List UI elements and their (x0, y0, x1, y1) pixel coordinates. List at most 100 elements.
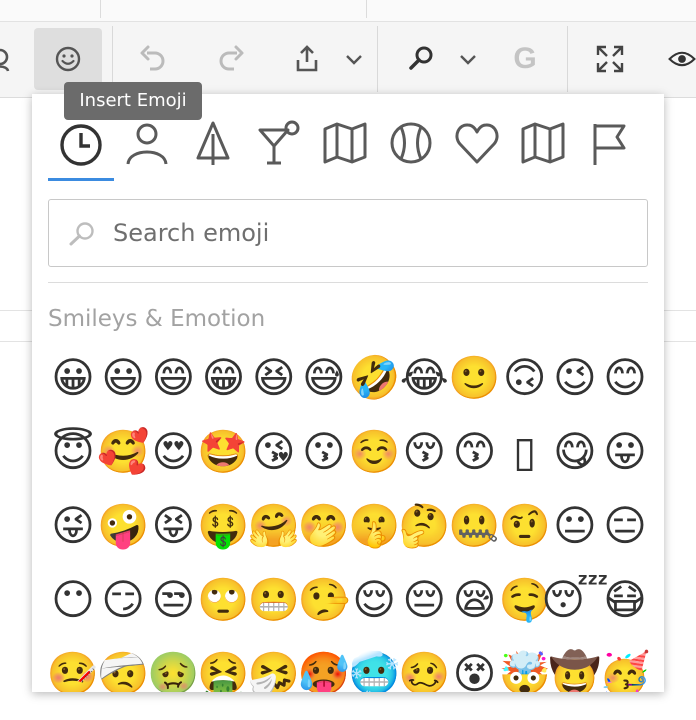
cocktail-icon (258, 120, 300, 165)
emoji-item[interactable]: 🤯 (499, 644, 551, 693)
emoji-item[interactable]: 🤐 (448, 496, 500, 556)
emoji-item[interactable]: 🤮 (197, 644, 249, 693)
emoji-item[interactable]: ☺️ (348, 422, 400, 482)
emoji-item[interactable]: 🥰 (97, 422, 149, 482)
emoji-item[interactable]: 🤗 (248, 496, 300, 556)
emoji-item[interactable]: ▯ (500, 422, 550, 482)
emoji-item[interactable]: 😶 (48, 570, 98, 630)
emoji-item[interactable]: 🤪 (97, 496, 149, 556)
emoji-item[interactable]: 🤔 (398, 496, 450, 556)
clock-icon (60, 124, 102, 166)
emoji-item[interactable]: 😷 (600, 570, 650, 630)
emoji-item[interactable]: 😪 (450, 570, 500, 630)
emoji-picker: Smileys & Emotion 😀😃😄😁😆😅🤣😂🙂🙃😉😊 😇🥰😍🤩😘😗☺️😚😙… (32, 94, 664, 692)
emoji-item[interactable]: 😜 (48, 496, 98, 556)
emoji-item[interactable]: 🥵 (298, 644, 350, 693)
tab-travel[interactable] (312, 120, 378, 178)
undo-icon (140, 45, 165, 71)
grammar-button[interactable]: G (508, 28, 542, 90)
tab-symbols[interactable] (444, 120, 510, 178)
emoji-item[interactable]: 😙 (450, 422, 500, 482)
preview-button[interactable] (668, 28, 696, 90)
emoji-item[interactable]: 😀 (48, 348, 98, 408)
tab-people[interactable] (114, 120, 180, 178)
tab-recent[interactable] (48, 120, 114, 178)
emoji-item[interactable]: 🤥 (298, 570, 350, 630)
emoji-item[interactable]: 😍 (148, 422, 198, 482)
emoji-item[interactable]: 😚 (399, 422, 449, 482)
share-icon (296, 45, 318, 72)
emoji-item[interactable]: 😋 (550, 422, 600, 482)
emoji-item[interactable]: 🤧 (248, 644, 300, 693)
search-icon (67, 221, 95, 251)
emoji-item[interactable]: 😴 (541, 570, 608, 630)
user-icon[interactable] (0, 28, 16, 90)
emoji-item[interactable]: 🤑 (197, 496, 249, 556)
divider (48, 282, 648, 283)
search-icon (409, 46, 433, 70)
emoji-item[interactable]: 😉 (550, 348, 600, 408)
emoji-item[interactable]: 🤣 (348, 348, 400, 408)
tab-flags[interactable] (576, 120, 642, 178)
grammar-g-label: G (513, 42, 537, 75)
emoji-item[interactable]: 🤨 (499, 496, 551, 556)
ball-icon (390, 122, 432, 164)
emoji-item[interactable]: 😄 (148, 348, 198, 408)
emoji-item[interactable]: 😵 (450, 644, 500, 693)
emoji-item[interactable]: 🤫 (348, 496, 400, 556)
redo-icon (219, 45, 244, 71)
emoji-item[interactable]: 🤒 (47, 644, 99, 693)
emoji-search (48, 199, 648, 267)
insert-emoji-button[interactable] (34, 28, 102, 90)
emoji-item[interactable]: 😝 (148, 496, 198, 556)
tab-objects[interactable] (510, 120, 576, 178)
share-button[interactable] (290, 28, 324, 90)
emoji-item[interactable]: 🥳 (599, 644, 651, 693)
emoji-item[interactable]: 🙃 (500, 348, 550, 408)
tab-nature[interactable] (180, 120, 246, 178)
share-menu-toggle[interactable] (340, 28, 368, 90)
emoji-item[interactable]: 🤢 (147, 644, 199, 693)
emoji-item[interactable]: 😏 (98, 570, 148, 630)
emoji-item[interactable]: 😃 (98, 348, 148, 408)
emoji-item[interactable]: 😂 (399, 348, 449, 408)
divider (100, 0, 101, 18)
emoji-item[interactable]: 😬 (248, 570, 300, 630)
emoji-item[interactable]: 😘 (249, 422, 299, 482)
insert-emoji-tooltip: Insert Emoji (64, 82, 202, 120)
category-tabs (48, 120, 642, 178)
emoji-item[interactable]: 😇 (48, 422, 98, 482)
fullscreen-button[interactable] (592, 28, 628, 90)
emoji-item[interactable]: 🥴 (398, 644, 450, 693)
chevron-down-icon (346, 55, 362, 65)
emoji-icon (55, 46, 81, 72)
emoji-item[interactable]: 🤠 (549, 644, 601, 693)
toolbar-separator (567, 26, 568, 92)
emoji-item[interactable]: 🤭 (298, 496, 350, 556)
find-button[interactable] (404, 28, 438, 90)
undo-button[interactable] (136, 28, 170, 90)
emoji-item[interactable]: 😐 (550, 496, 600, 556)
emoji-item[interactable]: 😊 (600, 348, 650, 408)
tab-food-drink[interactable] (246, 120, 312, 178)
emoji-item[interactable]: 🤩 (197, 422, 249, 482)
emoji-item[interactable]: 😔 (399, 570, 449, 630)
emoji-item[interactable]: 🙄 (197, 570, 249, 630)
emoji-item[interactable]: 🤕 (97, 644, 149, 693)
emoji-item[interactable]: 😒 (148, 570, 198, 630)
redo-button[interactable] (214, 28, 248, 90)
search-input[interactable] (113, 212, 633, 254)
divider (366, 0, 367, 18)
emoji-item[interactable]: 😁 (199, 348, 249, 408)
emoji-item[interactable]: 😗 (299, 422, 349, 482)
emoji-item[interactable]: 🥶 (348, 644, 400, 693)
emoji-item[interactable]: 😆 (249, 348, 299, 408)
emoji-item[interactable]: 😅 (299, 348, 349, 408)
emoji-item[interactable]: 🙂 (448, 348, 500, 408)
tab-activity[interactable] (378, 120, 444, 178)
emoji-item[interactable]: 😑 (600, 496, 650, 556)
emoji-item[interactable]: 😛 (600, 422, 650, 482)
find-menu-toggle[interactable] (454, 28, 482, 90)
emoji-item[interactable]: 😌 (349, 570, 399, 630)
person-icon (126, 123, 168, 165)
